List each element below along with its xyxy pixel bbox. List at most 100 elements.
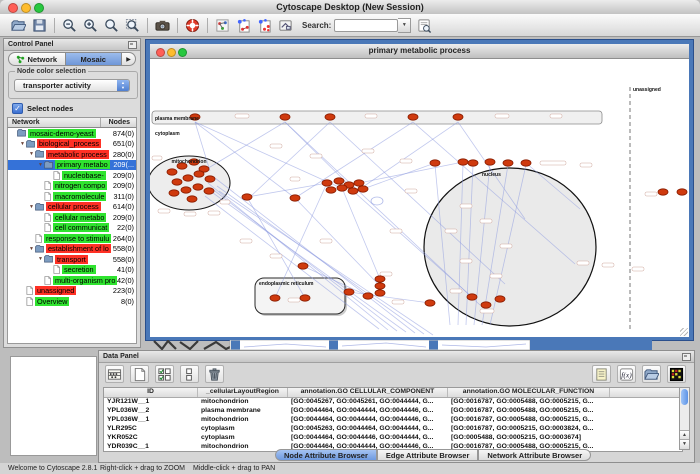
table-row-YPL036W__2[interactable]: YPL036W__2plasma membrane[GO:0044464, GO… — [104, 407, 682, 416]
tree-row-cell-communicat[interactable]: cell communicat22(0) — [8, 223, 136, 234]
network-node[interactable] — [453, 114, 463, 120]
unselect-attributes-icon[interactable] — [180, 365, 199, 383]
tree-row-mosaic-demo-yeast[interactable]: mosaic-demo-yeast874(0) — [8, 128, 136, 139]
delete-attribute-icon[interactable] — [205, 365, 224, 383]
tab-mosaic[interactable]: Mosaic — [66, 52, 123, 66]
search-input[interactable] — [334, 19, 398, 32]
network-node[interactable] — [181, 187, 191, 193]
network-node[interactable] — [300, 295, 310, 301]
network-node[interactable] — [290, 195, 300, 201]
network-node[interactable] — [334, 178, 344, 184]
network-node[interactable] — [322, 180, 332, 186]
tree-row-metabolic-process[interactable]: ▼metabolic process280(0) — [8, 149, 136, 160]
tree-expander-icon[interactable]: ▼ — [37, 162, 44, 168]
attribute-table-header[interactable]: ID_cellularLayoutRegionannotation.GO CEL… — [104, 388, 682, 398]
network-node[interactable] — [485, 159, 495, 165]
tree-column-header[interactable]: Network Nodes — [7, 117, 137, 128]
network-node[interactable] — [337, 185, 347, 191]
zoom-window-button[interactable] — [34, 3, 44, 13]
tab-network[interactable]: Network — [8, 52, 66, 66]
table-row-YJR121W__1[interactable]: YJR121W__1mitochondrion[GO:0045267, GO:0… — [104, 398, 682, 407]
network-node[interactable] — [325, 114, 335, 120]
net-close-button[interactable] — [156, 48, 165, 57]
tree-row-secretion[interactable]: secretion41(0) — [8, 265, 136, 276]
network-node[interactable] — [375, 276, 385, 282]
table-row-YKR052C[interactable]: YKR052Ccytoplasm[GO:0044464, GO:0044446,… — [104, 434, 682, 443]
attribute-report-icon[interactable] — [592, 365, 611, 383]
network-node[interactable] — [204, 188, 214, 194]
tree-row-nitrogen-compo[interactable]: nitrogen compo209(0) — [8, 181, 136, 192]
attribute-table[interactable]: ID_cellularLayoutRegionannotation.GO CEL… — [103, 387, 683, 452]
network-node[interactable] — [425, 300, 435, 306]
network-node[interactable] — [430, 160, 440, 166]
tree-row-overview[interactable]: Overview8(0) — [8, 296, 136, 307]
zoom-in-icon[interactable] — [82, 17, 99, 34]
tree-row-establishment-of-lo[interactable]: ▼establishment of lo558(0) — [8, 244, 136, 255]
tree-expander-icon[interactable]: ▼ — [28, 151, 35, 157]
net-minimize-button[interactable] — [167, 48, 176, 57]
select-attributes-icon[interactable] — [155, 365, 174, 383]
float-panel-icon[interactable] — [128, 41, 137, 49]
tree-row-cellular-process[interactable]: ▼cellular process614(0) — [8, 202, 136, 213]
close-button[interactable] — [8, 3, 18, 13]
minimize-button[interactable] — [21, 3, 31, 13]
tree-row-response-to-stimulu[interactable]: response to stimulu264(0) — [8, 233, 136, 244]
save-icon[interactable] — [31, 17, 48, 34]
heatmap-icon[interactable] — [667, 365, 686, 383]
net-zoom-button[interactable] — [178, 48, 187, 57]
network-node[interactable] — [363, 293, 373, 299]
tree-row-transport[interactable]: ▼transport558(0) — [8, 254, 136, 265]
network-node[interactable] — [375, 283, 385, 289]
table-row-YPL036W__1[interactable]: YPL036W__1mitochondrion[GO:0044464, GO:0… — [104, 416, 682, 425]
table-row-YLR295C[interactable]: YLR295Ccytoplasm[GO:0045263, GO:0044464,… — [104, 425, 682, 434]
network-node[interactable] — [169, 190, 179, 196]
network-node[interactable] — [167, 169, 177, 175]
network-node[interactable] — [481, 302, 491, 308]
network-node[interactable] — [467, 294, 477, 300]
tree-row-macromolecule[interactable]: macromolecule311(0) — [8, 191, 136, 202]
float-panel-icon[interactable] — [682, 353, 691, 361]
tree-row-primary-metabo[interactable]: ▼primary metabo209(... — [8, 160, 136, 171]
tree-row-multi-organism-pro[interactable]: multi-organism pro42(0) — [8, 275, 136, 286]
network-node[interactable] — [242, 194, 252, 200]
tree-row-cellular-metabo[interactable]: cellular metabo209(0) — [8, 212, 136, 223]
network-node[interactable] — [348, 188, 358, 194]
network-node[interactable] — [298, 263, 308, 269]
tree-row-unassigned[interactable]: unassigned223(0) — [8, 286, 136, 297]
network-node[interactable] — [193, 184, 203, 190]
import-attribute-file-icon[interactable] — [642, 365, 661, 383]
snapshot-icon[interactable] — [154, 17, 171, 34]
network-node[interactable] — [326, 187, 336, 193]
network-node[interactable] — [677, 189, 687, 195]
help-lifesaver-icon[interactable] — [184, 17, 201, 34]
search-dropdown-arrow[interactable]: ▼ — [398, 18, 411, 33]
network-node[interactable] — [187, 196, 197, 202]
scroll-down-button[interactable]: ▼ — [680, 439, 689, 449]
network-node[interactable] — [183, 175, 193, 181]
tree-expander-icon[interactable]: ▼ — [28, 204, 35, 210]
tabs-overflow-button[interactable]: ▶ — [122, 52, 136, 66]
network-node[interactable] — [270, 295, 280, 301]
network-node[interactable] — [344, 289, 354, 295]
network-node[interactable] — [280, 114, 290, 120]
search-config-icon[interactable] — [416, 17, 433, 34]
network-node[interactable] — [658, 189, 668, 195]
network-node[interactable] — [358, 186, 368, 192]
network-canvas[interactable]: plasma membranecytoplasmmitochondrionnuc… — [150, 59, 689, 337]
node-color-dropdown[interactable]: transporter activity ▲▼ — [14, 79, 130, 92]
select-nodes-checkbox[interactable]: ✓ — [12, 103, 23, 114]
tab-network-attribute-browser[interactable]: Network Attribute Browser — [478, 449, 591, 461]
import-attributes-icon[interactable] — [235, 17, 252, 34]
network-node[interactable] — [468, 160, 478, 166]
function-builder-icon[interactable]: f(x) — [617, 365, 636, 383]
tree-expander-icon[interactable]: ▼ — [28, 246, 35, 252]
scrollbar-thumb[interactable] — [681, 389, 688, 405]
tree-row-nucleobase-[interactable]: nucleobase-209(0) — [8, 170, 136, 181]
table-header-0[interactable]: ID — [104, 388, 198, 397]
network-node[interactable] — [521, 160, 531, 166]
tab-node-attribute-browser[interactable]: Node Attribute Browser — [275, 449, 377, 461]
tree-expander-icon[interactable]: ▼ — [37, 256, 44, 262]
tree-row-biological-process[interactable]: ▼biological_process651(0) — [8, 139, 136, 150]
resize-grip-icon[interactable] — [680, 328, 688, 336]
network-node[interactable] — [375, 290, 385, 296]
